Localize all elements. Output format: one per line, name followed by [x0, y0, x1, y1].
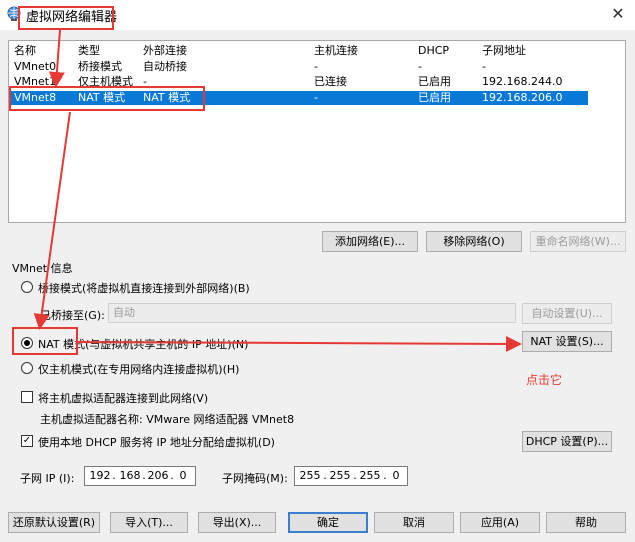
- bridge-mode-label: 桥接模式(将虚拟机直接连接到外部网络)(B): [38, 282, 250, 295]
- nat-settings-button[interactable]: NAT 设置(S)...: [522, 331, 612, 352]
- subnet-ip-label: 子网 IP (I):: [20, 472, 75, 485]
- cell-type: 桥接模式: [78, 60, 122, 73]
- annotation-box-vmnet8: [9, 86, 205, 111]
- help-button[interactable]: 帮助: [546, 512, 626, 533]
- vmnet-info-label: VMnet 信息: [12, 262, 73, 275]
- mask-octet: 0: [392, 469, 400, 482]
- annotation-box-nat: [12, 327, 78, 355]
- cell-subnet: 192.168.244.0: [482, 75, 563, 88]
- annotation-click-it: 点击它: [526, 373, 563, 387]
- header-name: 名称: [14, 44, 36, 57]
- list-header: 名称 类型 外部连接 主机连接 DHCP 子网地址: [10, 44, 588, 58]
- apply-button[interactable]: 应用(A): [460, 512, 540, 533]
- host-only-label: 仅主机模式(在专用网络内连接虚拟机)(H): [38, 363, 240, 376]
- header-subnet: 子网地址: [482, 44, 526, 57]
- adapter-name-text: 主机虚拟适配器名称: VMware 网络适配器 VMnet8: [40, 413, 295, 426]
- ip-octet: 192: [89, 469, 111, 482]
- auto-settings-button[interactable]: 自动设置(U)...: [522, 303, 612, 324]
- cell-name: VMnet0: [14, 60, 57, 73]
- bridge-mode-radio[interactable]: [21, 281, 33, 293]
- cell-host: -: [314, 60, 318, 73]
- mask-octet: 255: [329, 469, 351, 482]
- bridge-to-select[interactable]: 自动: [108, 303, 516, 323]
- host-only-radio[interactable]: [21, 362, 33, 374]
- cell-host: -: [314, 91, 318, 104]
- use-dhcp-checkbox[interactable]: ✓: [21, 435, 33, 447]
- cell-dhcp: -: [418, 60, 422, 73]
- cell-dhcp: 已启用: [418, 91, 451, 104]
- cell-dhcp: 已启用: [418, 75, 451, 88]
- close-icon[interactable]: ✕: [608, 4, 628, 24]
- ip-octet: 0: [179, 469, 187, 482]
- cell-subnet: -: [482, 60, 486, 73]
- connect-adapter-label: 将主机虚拟适配器连接到此网络(V): [38, 392, 209, 405]
- add-network-button[interactable]: 添加网络(E)...: [322, 231, 418, 252]
- mask-octet: 255: [299, 469, 321, 482]
- header-dhcp: DHCP: [418, 44, 450, 57]
- header-type: 类型: [78, 44, 100, 57]
- use-dhcp-label: 使用本地 DHCP 服务将 IP 地址分配给虚拟机(D): [38, 436, 275, 449]
- remove-network-button[interactable]: 移除网络(O): [426, 231, 522, 252]
- subnet-mask-label: 子网掩码(M):: [222, 472, 288, 485]
- import-button[interactable]: 导入(T)...: [110, 512, 188, 533]
- ip-octet: 206: [147, 469, 169, 482]
- subnet-ip-field[interactable]: 192 . 168 . 206 . 0: [84, 466, 196, 486]
- ok-button[interactable]: 确定: [288, 512, 368, 533]
- rename-network-button[interactable]: 重命名网络(W)...: [530, 231, 626, 252]
- ip-octet: 168: [119, 469, 141, 482]
- connect-adapter-checkbox[interactable]: [21, 391, 33, 403]
- network-list[interactable]: 名称 类型 外部连接 主机连接 DHCP 子网地址 VMnet0 桥接模式 自动…: [8, 40, 626, 223]
- cell-host: 已连接: [314, 75, 347, 88]
- subnet-mask-field[interactable]: 255 . 255 . 255 . 0: [294, 466, 408, 486]
- cell-subnet: 192.168.206.0: [482, 91, 563, 104]
- cancel-button[interactable]: 取消: [374, 512, 454, 533]
- header-host: 主机连接: [314, 44, 358, 57]
- table-row[interactable]: VMnet0 桥接模式 自动桥接 - - -: [10, 60, 588, 74]
- restore-defaults-button[interactable]: 还原默认设置(R): [8, 512, 100, 533]
- mask-octet: 255: [359, 469, 381, 482]
- cell-external: 自动桥接: [143, 60, 187, 73]
- dhcp-settings-button[interactable]: DHCP 设置(P)...: [522, 431, 612, 452]
- bridge-to-label: 已桥接至(G):: [40, 309, 105, 322]
- export-button[interactable]: 导出(X)...: [198, 512, 276, 533]
- header-external: 外部连接: [143, 44, 187, 57]
- annotation-box-title: [18, 6, 114, 30]
